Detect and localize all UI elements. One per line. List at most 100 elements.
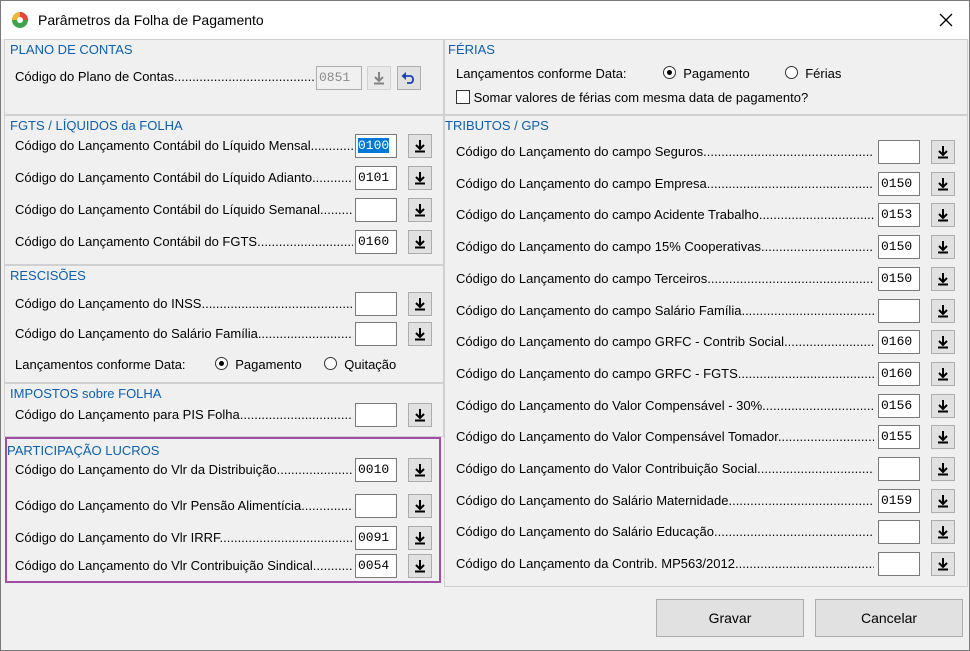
- code-field[interactable]: 0150: [878, 267, 920, 291]
- code-field[interactable]: [878, 520, 920, 544]
- download-arrow-icon: [938, 336, 948, 349]
- tributos-row: Código do Lançamento do campo Salário Fa…: [456, 299, 957, 325]
- group-title: RESCISÕES: [10, 268, 86, 283]
- download-button[interactable]: [931, 552, 955, 576]
- row-label: Código do Lançamento do Valor Compensáve…: [456, 429, 874, 444]
- code-field[interactable]: 0160: [878, 330, 920, 354]
- download-arrow-icon: [938, 178, 948, 191]
- code-field[interactable]: [355, 198, 397, 222]
- tributos-row: Código do Lançamento do campo Seguros...…: [456, 140, 957, 166]
- row-label: Código do Lançamento do campo GRFC - Con…: [456, 334, 874, 349]
- download-button[interactable]: [408, 322, 432, 346]
- tributos-row: Código do Lançamento do campo Acidente T…: [456, 203, 957, 229]
- row-label: Código do Lançamento do campo Seguros...…: [456, 144, 874, 159]
- row-label: Código do Lançamento do Valor Compensáve…: [456, 398, 874, 413]
- code-field[interactable]: 0160: [355, 230, 397, 254]
- download-button[interactable]: [931, 520, 955, 544]
- code-field[interactable]: 0153: [878, 203, 920, 227]
- row-label: Código do Lançamento do campo Empresa...…: [456, 176, 874, 191]
- download-button[interactable]: [408, 403, 432, 427]
- download-button[interactable]: [931, 330, 955, 354]
- download-button[interactable]: [931, 267, 955, 291]
- download-button[interactable]: [931, 299, 955, 323]
- download-button[interactable]: [931, 203, 955, 227]
- download-button[interactable]: [931, 489, 955, 513]
- fgts-row: Código do Lançamento Contábil do Líquido…: [15, 166, 434, 192]
- radio-button[interactable]: [215, 357, 228, 370]
- tributos-row: Código do Lançamento do Valor Contribuiç…: [456, 457, 957, 483]
- save-button[interactable]: Gravar: [656, 599, 804, 637]
- download-button[interactable]: [931, 235, 955, 259]
- rescisoes-radio-quitacao[interactable]: Quitação: [324, 357, 396, 372]
- tributos-row: Código do Lançamento do Salário Educação…: [456, 520, 957, 546]
- download-arrow-icon: [938, 463, 948, 476]
- radio-button[interactable]: [785, 66, 798, 79]
- tributos-row: Código do Lançamento do Valor Compensáve…: [456, 425, 957, 451]
- download-button[interactable]: [931, 425, 955, 449]
- group-title: FÉRIAS: [448, 42, 495, 57]
- download-arrow-icon: [938, 146, 948, 159]
- tributos-row: Código do Lançamento do Salário Maternid…: [456, 489, 957, 515]
- code-field[interactable]: 0101: [355, 166, 397, 190]
- checkbox[interactable]: [456, 90, 470, 104]
- plano-contas-label: Código do Plano de Contas...............…: [15, 69, 315, 84]
- rescisoes-row: Código do Lançamento do Salário Família.…: [15, 322, 434, 348]
- row-label: Código do Lançamento do Salário Educação…: [456, 524, 874, 539]
- row-label: Código do Lançamento do Valor Contribuiç…: [456, 461, 874, 476]
- code-field[interactable]: 0156: [878, 394, 920, 418]
- code-field[interactable]: 0160: [878, 362, 920, 386]
- row-label: Código do Lançamento do campo 15% Cooper…: [456, 239, 874, 254]
- row-label: Código do Lançamento do Salário Família.…: [15, 326, 353, 341]
- download-arrow-icon: [938, 526, 948, 539]
- row-label: Código do Lançamento da Contrib. MP563/2…: [456, 556, 874, 571]
- download-button[interactable]: [931, 394, 955, 418]
- code-field[interactable]: 0150: [878, 235, 920, 259]
- code-field[interactable]: [355, 292, 397, 316]
- download-arrow-icon: [415, 204, 425, 217]
- undo-icon: [401, 72, 414, 84]
- group-title: PLANO DE CONTAS: [10, 42, 133, 57]
- code-field[interactable]: 0155: [878, 425, 920, 449]
- code-field[interactable]: [878, 457, 920, 481]
- download-arrow-icon: [938, 368, 948, 381]
- download-button[interactable]: [931, 362, 955, 386]
- code-field[interactable]: 0100: [355, 134, 397, 158]
- cancel-button[interactable]: Cancelar: [815, 599, 963, 637]
- ferias-radio-pagamento[interactable]: Pagamento: [663, 66, 750, 81]
- ferias-radio-label: Lançamentos conforme Data:: [456, 66, 627, 81]
- close-button[interactable]: [923, 1, 969, 39]
- radio-button[interactable]: [663, 66, 676, 79]
- download-arrow-icon: [415, 409, 425, 422]
- code-field[interactable]: [878, 552, 920, 576]
- download-arrow-icon: [938, 305, 948, 318]
- download-button[interactable]: [408, 292, 432, 316]
- plano-undo-button[interactable]: [397, 66, 421, 90]
- download-button[interactable]: [408, 230, 432, 254]
- code-field[interactable]: 0150: [878, 172, 920, 196]
- title-bar: Parâmetros da Folha de Pagamento: [1, 1, 969, 39]
- code-field[interactable]: [878, 299, 920, 323]
- download-button[interactable]: [931, 457, 955, 481]
- download-arrow-icon: [415, 328, 425, 341]
- rescisoes-radio-label: Lançamentos conforme Data:: [15, 357, 186, 372]
- code-field[interactable]: [355, 322, 397, 346]
- download-arrow-icon: [415, 236, 425, 249]
- code-field[interactable]: [355, 403, 397, 427]
- ferias-radio-ferias[interactable]: Férias: [785, 66, 841, 81]
- group-plano-contas: PLANO DE CONTAS Código do Plano de Conta…: [4, 39, 444, 115]
- download-button[interactable]: [408, 198, 432, 222]
- download-button[interactable]: [408, 134, 432, 158]
- code-field[interactable]: [878, 140, 920, 164]
- download-button[interactable]: [408, 166, 432, 190]
- download-arrow-icon: [374, 72, 384, 85]
- download-button[interactable]: [931, 172, 955, 196]
- impostos-row: Código do Lançamento para PIS Folha.....…: [15, 403, 434, 429]
- code-field[interactable]: 0159: [878, 489, 920, 513]
- download-button[interactable]: [931, 140, 955, 164]
- rescisoes-radio-pagamento[interactable]: Pagamento: [215, 357, 302, 372]
- radio-button[interactable]: [324, 357, 337, 370]
- download-arrow-icon: [938, 558, 948, 571]
- ferias-checkbox-label: Somar valores de férias com mesma data d…: [473, 90, 809, 105]
- ferias-checkbox-row[interactable]: Somar valores de férias com mesma data d…: [456, 90, 956, 116]
- row-label: Código do Lançamento Contábil do Líquido…: [15, 138, 353, 153]
